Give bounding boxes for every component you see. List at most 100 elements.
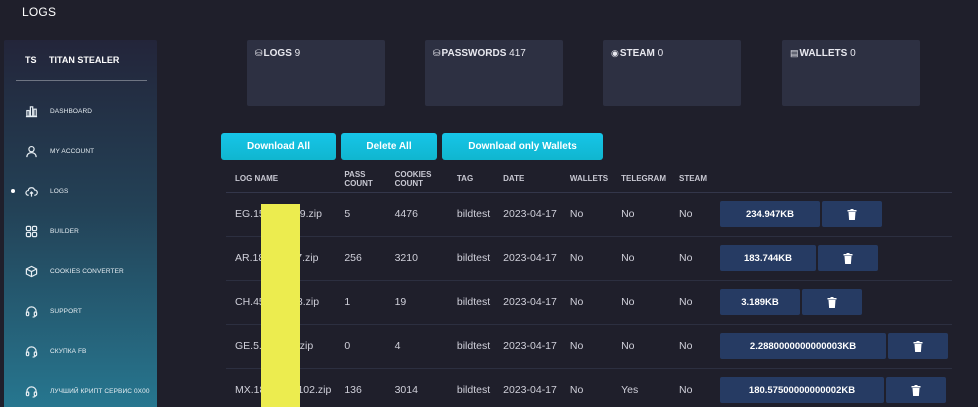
pass-count-cell: 136 bbox=[335, 368, 386, 407]
database-icon: ⛁ bbox=[255, 48, 263, 58]
column-header: DATE bbox=[494, 166, 561, 193]
database-icon: ⛁ bbox=[433, 48, 441, 58]
sidebar-item-label: SUPPORT bbox=[50, 307, 83, 315]
steam-cell: No bbox=[669, 368, 711, 407]
sidebar-item-label: ЛУЧШИЙ КРИПТ СЕРВИС 0X00 bbox=[50, 387, 150, 395]
brand[interactable]: TS TITAN STEALER bbox=[4, 40, 157, 80]
user-icon bbox=[24, 144, 38, 158]
stat-value: 0 bbox=[850, 48, 856, 59]
delete-log-button[interactable] bbox=[888, 333, 948, 359]
stat-value: 9 bbox=[294, 48, 301, 59]
wallets-cell: No bbox=[560, 236, 613, 281]
stat-card-steam: ◉STEAM 0 bbox=[603, 40, 741, 106]
column-header: LOG NAME bbox=[226, 166, 336, 193]
cloud-icon bbox=[24, 184, 38, 198]
sidebar-item-label: LOGS bbox=[50, 187, 69, 195]
sidebar-item-builder[interactable]: BUILDER bbox=[4, 211, 157, 251]
brand-name: TITAN STEALER bbox=[49, 55, 120, 65]
stat-card-passwords: ⛁PASSWORDS 417 bbox=[425, 40, 563, 106]
stat-value: 0 bbox=[657, 48, 664, 59]
column-header: PASS COUNT bbox=[335, 166, 386, 193]
stat-label: LOGS bbox=[263, 48, 292, 59]
cookies-count-cell: 3014 bbox=[385, 368, 448, 407]
sidebar-nav: DASHBOARD MY ACCOUNT LOGS BUILDER COOKIE… bbox=[4, 91, 157, 407]
delete-all-button[interactable]: Delete All bbox=[341, 133, 437, 160]
stat-label: STEAM bbox=[619, 48, 655, 59]
pass-count-cell: 0 bbox=[335, 324, 386, 369]
table-row: CH.45 8.zip 1 19 bildtest 2023-04-17 No … bbox=[226, 280, 952, 325]
wallets-cell: No bbox=[560, 192, 613, 237]
tag-cell: bildtest bbox=[447, 324, 495, 369]
stat-value: 417 bbox=[509, 48, 526, 59]
sidebar-item-my-account[interactable]: MY ACCOUNT bbox=[4, 131, 157, 171]
column-header: STEAM bbox=[669, 166, 711, 193]
column-header: TAG bbox=[447, 166, 495, 193]
download-log-button[interactable]: 234.947KB bbox=[720, 201, 820, 227]
steam-cell: No bbox=[669, 236, 711, 281]
table-row: EG.156 9.zip 5 4476 bildtest 2023-04-17 … bbox=[226, 192, 952, 237]
sidebar-item-label: DASHBOARD bbox=[50, 107, 93, 115]
trash-icon bbox=[843, 252, 853, 264]
date-cell: 2023-04-17 bbox=[494, 368, 561, 407]
delete-log-button[interactable] bbox=[802, 289, 862, 315]
cookies-count-cell: 3210 bbox=[385, 236, 448, 281]
sidebar-item-dashboard[interactable]: DASHBOARD bbox=[4, 91, 157, 131]
delete-log-button[interactable] bbox=[822, 201, 882, 227]
tag-cell: bildtest bbox=[447, 368, 495, 407]
wallets-cell: No bbox=[560, 324, 613, 369]
column-header-actions bbox=[711, 166, 952, 193]
download-log-button[interactable]: 2.2880000000000003KB bbox=[720, 333, 886, 359]
pass-count-cell: 5 bbox=[335, 192, 386, 237]
pass-count-cell: 256 bbox=[335, 236, 386, 281]
trash-icon bbox=[913, 340, 923, 352]
steam-cell: No bbox=[669, 192, 711, 237]
actions-cell: 183.744KB bbox=[711, 236, 952, 281]
tag-cell: bildtest bbox=[447, 236, 495, 281]
stat-label: PASSWORDS bbox=[441, 48, 507, 59]
column-header: WALLETS bbox=[560, 166, 613, 193]
stat-card-wallets: ▤WALLETS 0 bbox=[782, 40, 920, 106]
wallets-cell: No bbox=[560, 368, 613, 407]
table-row: GE.5.1 .zip 0 4 bildtest 2023-04-17 No N… bbox=[226, 324, 952, 369]
date-cell: 2023-04-17 bbox=[494, 324, 561, 369]
date-cell: 2023-04-17 bbox=[494, 280, 561, 325]
download-log-button[interactable]: 3.189KB bbox=[720, 289, 800, 315]
actions-cell: 234.947KB bbox=[711, 192, 952, 237]
telegram-cell: No bbox=[612, 236, 670, 281]
download-log-button[interactable]: 183.744KB bbox=[720, 245, 816, 271]
sidebar-item-fb[interactable]: СКУПКА FB bbox=[4, 331, 157, 371]
trash-icon bbox=[827, 296, 837, 308]
actions-cell: 2.2880000000000003KB bbox=[711, 324, 952, 369]
table-header-row: LOG NAME PASS COUNT COOKIES COUNT TAG DA… bbox=[226, 166, 952, 193]
bar-chart-icon bbox=[24, 104, 38, 118]
wallets-cell: No bbox=[560, 280, 613, 325]
trash-icon bbox=[847, 208, 857, 220]
redaction-overlay bbox=[261, 204, 300, 407]
telegram-cell: No bbox=[612, 280, 670, 325]
delete-log-button[interactable] bbox=[818, 245, 878, 271]
wallet-icon: ▤ bbox=[790, 48, 799, 58]
telegram-cell: No bbox=[612, 324, 670, 369]
stat-label: WALLETS bbox=[799, 48, 848, 59]
download-wallets-button[interactable]: Download only Wallets bbox=[442, 133, 603, 160]
sidebar-item-logs[interactable]: LOGS bbox=[4, 171, 157, 211]
download-log-button[interactable]: 180.57500000000002KB bbox=[720, 377, 884, 403]
cookies-count-cell: 19 bbox=[385, 280, 448, 325]
steam-cell: No bbox=[669, 324, 711, 369]
delete-log-button[interactable] bbox=[886, 377, 946, 403]
logs-table: LOG NAME PASS COUNT COOKIES COUNT TAG DA… bbox=[226, 166, 952, 407]
download-all-button[interactable]: Download All bbox=[221, 133, 336, 160]
sidebar-item-cookies-converter[interactable]: COOKIES CONVERTER bbox=[4, 251, 157, 291]
table-row: AR.186 7.zip 256 3210 bildtest 2023-04-1… bbox=[226, 236, 952, 281]
actions-cell: 3.189KB bbox=[711, 280, 952, 325]
page-title: LOGS bbox=[22, 5, 57, 19]
sidebar-item-crypt-service[interactable]: ЛУЧШИЙ КРИПТ СЕРВИС 0X00 bbox=[4, 371, 157, 407]
steam-icon: ◉ bbox=[611, 48, 619, 58]
cookies-count-cell: 4 bbox=[385, 324, 448, 369]
brand-divider bbox=[16, 80, 147, 81]
stat-card-logs: ⛁LOGS 9 bbox=[247, 40, 385, 106]
sidebar-item-support[interactable]: SUPPORT bbox=[4, 291, 157, 331]
sidebar: TS TITAN STEALER DASHBOARD MY ACCOUNT LO… bbox=[4, 40, 157, 407]
sidebar-item-label: MY ACCOUNT bbox=[50, 147, 95, 155]
cookies-count-cell: 4476 bbox=[385, 192, 448, 237]
